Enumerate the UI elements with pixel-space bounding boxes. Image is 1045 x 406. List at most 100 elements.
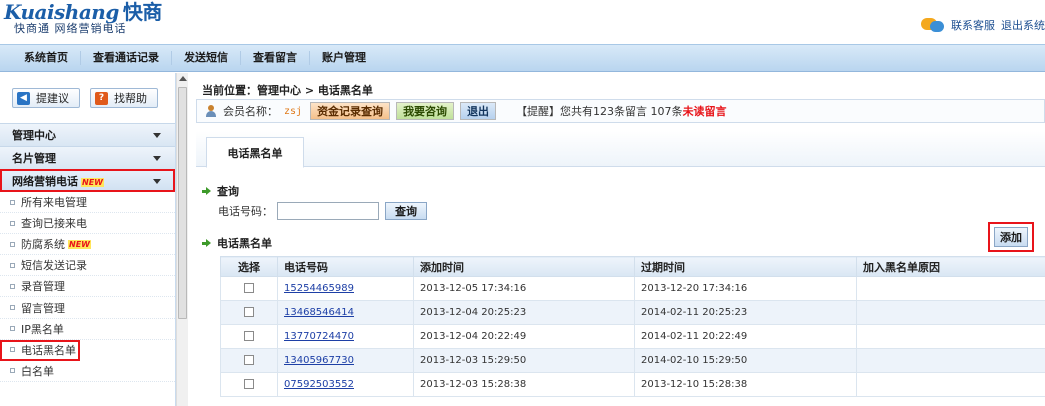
add-button[interactable]: 添加: [994, 227, 1028, 247]
phone-number-input[interactable]: [277, 202, 379, 220]
caret-down-icon: [153, 178, 161, 184]
reason: [856, 300, 1045, 325]
logo-text-en: Kuaishang: [4, 0, 119, 24]
sidebar-item-all-calls[interactable]: 所有来电管理: [0, 192, 175, 214]
sidebar-item-ip-blacklist[interactable]: IP黑名单: [0, 319, 175, 340]
search-row: 电话号码： 查询: [218, 202, 427, 220]
member-label: 会员名称：: [223, 105, 278, 118]
scroll-up-icon[interactable]: [179, 76, 187, 81]
sidebar-section-management[interactable]: 管理中心: [0, 123, 175, 146]
sidebar-item-sms-records[interactable]: 短信发送记录: [0, 255, 175, 277]
consult-button[interactable]: 我要咨询: [396, 102, 455, 120]
col-select: 选择: [220, 256, 278, 277]
blacklist-table: 选择 电话号码 添加时间 过期时间 加入黑名单原因 15254465989 20…: [220, 256, 1045, 397]
table-row: 13770724470 2013-12-04 20:22:49 2014-02-…: [220, 324, 1045, 349]
sidebar-section-marketing-phone[interactable]: 网络营销电话 NEW: [0, 169, 175, 192]
add-button-highlight: 添加: [988, 222, 1034, 252]
help-icon: ?: [95, 91, 108, 105]
tab-phone-blacklist[interactable]: 电话黑名单: [206, 137, 304, 168]
row-checkbox[interactable]: [244, 307, 254, 317]
unread-messages-link[interactable]: 未读留言: [683, 105, 727, 118]
sidebar-item-phone-blacklist[interactable]: 电话黑名单: [0, 339, 80, 361]
nav-account[interactable]: 账户管理: [310, 51, 378, 65]
table-header-row: 选择 电话号码 添加时间 过期时间 加入黑名单原因: [220, 256, 1045, 277]
suggest-button[interactable]: ◀ 提建议: [12, 88, 80, 108]
sidebar: ◀ 提建议 ? 找帮助 管理中心 名片管理 网络营销电话 NEW 所有来电管理 查…: [0, 73, 176, 406]
added-time: 2013-12-04 20:22:49: [413, 324, 635, 349]
expire-time: 2014-02-11 20:25:23: [634, 300, 857, 325]
col-expires: 过期时间: [634, 256, 857, 277]
nav-send-sms[interactable]: 发送短信: [172, 51, 241, 65]
support-link[interactable]: 联系客服: [951, 17, 995, 33]
nav-call-records[interactable]: 查看通话记录: [81, 51, 172, 65]
app-header: Kuaishang 快商 快商通 网络营销电话 联系客服 退出系统: [0, 0, 1045, 44]
scrollbar-thumb[interactable]: [178, 87, 187, 319]
section-label: 网络营销电话: [12, 175, 78, 188]
logout-link[interactable]: 退出系统: [1001, 17, 1045, 33]
bullet-icon: [10, 199, 15, 205]
logo: Kuaishang 快商 快商通 网络营销电话: [4, 2, 162, 35]
help-label: 找帮助: [114, 92, 147, 105]
nav-home[interactable]: 系统首页: [12, 51, 81, 65]
message-reminder: 【提醒】您共有123条留言 107条未读留言: [516, 105, 727, 118]
expire-time: 2014-02-10 15:29:50: [634, 348, 857, 373]
member-name: zsj: [284, 105, 303, 117]
expire-time: 2014-02-11 20:22:49: [634, 324, 857, 349]
row-checkbox[interactable]: [244, 379, 254, 389]
caret-down-icon: [153, 155, 161, 161]
user-icon: [205, 105, 217, 117]
bullet-icon: [10, 326, 15, 332]
main-nav: 系统首页 查看通话记录 发送短信 查看留言 账户管理: [0, 44, 1045, 72]
added-time: 2013-12-05 17:34:16: [413, 276, 635, 301]
query-button[interactable]: 查询: [385, 202, 427, 220]
sidebar-item-anti-fraud[interactable]: 防腐系统 NEW: [0, 234, 175, 256]
bullet-icon: [10, 347, 15, 353]
tab-bar: 电话黑名单: [196, 131, 1045, 168]
expire-time: 2013-12-20 17:34:16: [634, 276, 857, 301]
sidebar-item-whitelist[interactable]: 白名单: [0, 361, 175, 382]
green-arrow-icon: [202, 238, 211, 248]
table-row: 07592503552 2013-12-03 15:28:38 2013-12-…: [220, 372, 1045, 397]
added-time: 2013-12-04 20:25:23: [413, 300, 635, 325]
phone-link[interactable]: 13405967730: [284, 355, 354, 366]
phone-link[interactable]: 13770724470: [284, 331, 354, 342]
caret-down-icon: [153, 132, 161, 138]
logo-text-cn: 快商: [122, 0, 163, 24]
sidebar-section-cards[interactable]: 名片管理: [0, 146, 175, 169]
new-badge: NEW: [81, 178, 104, 187]
phone-link[interactable]: 07592503552: [284, 379, 354, 390]
nav-messages[interactable]: 查看留言: [241, 51, 310, 65]
phone-link[interactable]: 15254465989: [284, 283, 354, 294]
breadcrumb: 当前位置：管理中心 > 电话黑名单: [202, 84, 373, 97]
fund-records-button[interactable]: 资金记录查询: [310, 102, 391, 120]
sidebar-item-answered-calls[interactable]: 查询已接来电: [0, 213, 175, 235]
suggest-label: 提建议: [36, 92, 69, 105]
reason: [856, 324, 1045, 349]
row-checkbox[interactable]: [244, 355, 254, 365]
row-checkbox[interactable]: [244, 331, 254, 341]
added-time: 2013-12-03 15:28:38: [413, 372, 635, 397]
search-section-title: 查询: [202, 183, 239, 199]
exit-button[interactable]: 退出: [460, 102, 497, 120]
bullet-icon: [10, 220, 15, 226]
new-badge: NEW: [68, 239, 91, 249]
expire-time: 2013-12-10 15:28:38: [634, 372, 857, 397]
bullet-icon: [10, 283, 15, 289]
table-row: 13405967730 2013-12-03 15:29:50 2014-02-…: [220, 348, 1045, 373]
sidebar-item-recordings[interactable]: 录音管理: [0, 276, 175, 298]
chat-bubbles-icon: [921, 16, 945, 34]
section-label: 名片管理: [12, 152, 56, 165]
phone-number-label: 电话号码：: [218, 205, 273, 218]
row-checkbox[interactable]: [244, 283, 254, 293]
col-reason: 加入黑名单原因: [856, 256, 1045, 277]
added-time: 2013-12-03 15:29:50: [413, 348, 635, 373]
sidebar-item-messages[interactable]: 留言管理: [0, 297, 175, 319]
col-phone: 电话号码: [277, 256, 414, 277]
help-button[interactable]: ? 找帮助: [90, 88, 158, 108]
arrow-left-icon: ◀: [17, 91, 30, 105]
main-content: 当前位置：管理中心 > 电话黑名单 会员名称： zsj 资金记录查询 我要咨询 …: [196, 73, 1045, 406]
col-added: 添加时间: [413, 256, 635, 277]
sidebar-scrollbar[interactable]: [176, 73, 188, 406]
reason: [856, 276, 1045, 301]
phone-link[interactable]: 13468546414: [284, 307, 354, 318]
